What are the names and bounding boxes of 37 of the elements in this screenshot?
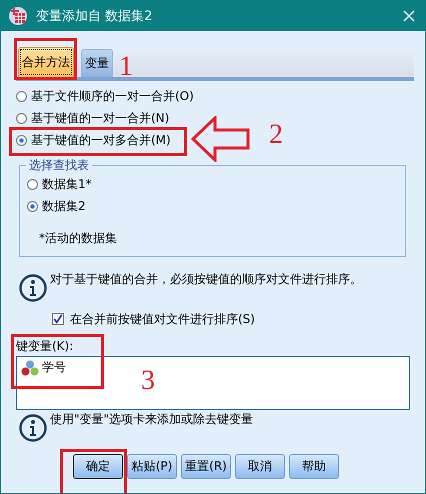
tab[interactable]: 变量	[81, 49, 113, 77]
tab[interactable]: 合并方法	[18, 47, 74, 77]
annotation-number: 1	[119, 51, 133, 83]
group-title: 选择查找表	[26, 157, 92, 174]
note-text: *活动的数据集	[38, 230, 118, 247]
window-title: 变量添加自 数据集2	[36, 8, 154, 25]
radio-label: 数据集1*	[42, 176, 92, 194]
dialog-button[interactable]: 粘贴(P)	[127, 454, 177, 479]
close-icon[interactable]	[403, 10, 415, 22]
info-icon	[18, 413, 48, 443]
dialog-button[interactable]: 取消	[235, 454, 285, 479]
highlight-frame	[14, 38, 77, 80]
radio-button[interactable]	[16, 112, 27, 124]
table-icon	[8, 6, 28, 26]
radio-label: 基于键值的一对多合并(M)	[31, 132, 171, 148]
radio-label: 基于文件顺序的一对一合并(O)	[31, 88, 194, 104]
variable-icon	[21, 360, 39, 376]
radio-button[interactable]	[16, 90, 27, 102]
checkbox-label: 在合并前按键值对文件进行排序(S)	[70, 310, 255, 328]
field-label: 键变量(K):	[16, 338, 74, 355]
dialog-button[interactable]: 帮助	[289, 454, 339, 479]
annotation-number: 3	[141, 365, 155, 397]
radio-button[interactable]	[16, 134, 27, 146]
checkbox[interactable]	[52, 313, 64, 325]
annotation-number: 2	[269, 119, 283, 151]
radio-button[interactable]	[27, 179, 38, 190]
radio-label: 数据集2	[42, 198, 86, 215]
radio-label: 基于键值的一对一合并(N)	[31, 110, 170, 126]
list-item[interactable]: 学号	[42, 359, 66, 376]
highlight-frame	[60, 449, 127, 493]
dialog-button[interactable]: 重置(R)	[181, 454, 231, 479]
info-text: 使用"变量"选项卡来添加或除去键变量	[50, 411, 254, 428]
info-icon	[18, 273, 48, 303]
dialog-button[interactable]: 确定	[73, 454, 123, 479]
info-text: 对于基于键值的合并，必须按键值的顺序对文件进行排序。	[50, 271, 362, 288]
radio-button[interactable]	[27, 200, 38, 212]
arrow-drawing	[191, 116, 251, 162]
